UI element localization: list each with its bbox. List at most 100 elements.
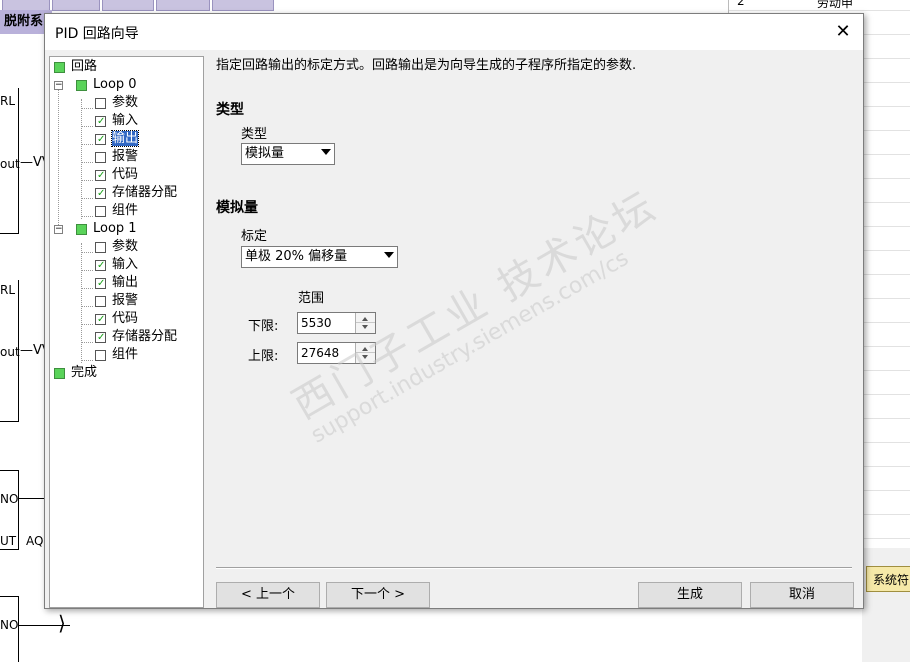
ladder-box-edge xyxy=(0,596,19,597)
ladder-wire xyxy=(18,498,44,499)
ladder-box-edge xyxy=(0,549,19,550)
tree-item-loop1-memory[interactable]: ✓ 存储器分配 xyxy=(95,328,177,346)
grid-row-number: 2 xyxy=(737,0,745,8)
tree-connector xyxy=(81,180,93,181)
tree-item-loop1-code[interactable]: ✓ 代码 xyxy=(95,310,138,328)
tree-item-label: 输入 xyxy=(112,113,139,128)
high-limit-spinbox[interactable]: 27648 xyxy=(297,342,376,364)
tree-item-label: 完成 xyxy=(71,365,98,380)
prev-button[interactable]: < 上一个 xyxy=(216,582,320,608)
unchecked-box-icon xyxy=(95,350,106,361)
tree-connector xyxy=(81,243,82,363)
tree-item-loop0-memory[interactable]: ✓ 存储器分配 xyxy=(95,184,177,202)
dialog-titlebar[interactable]: PID 回路向导 ✕ xyxy=(45,14,863,50)
tree-connector xyxy=(81,324,93,325)
ladder-label: NO xyxy=(0,492,19,506)
tree-item-label: Loop 0 xyxy=(93,77,137,92)
tree-connector xyxy=(81,342,93,343)
tree-item-loop0-code[interactable]: ✓ 代码 xyxy=(95,166,138,184)
low-limit-value: 5530 xyxy=(301,316,332,330)
tree-connector xyxy=(81,216,93,217)
tree-item-loop1-output[interactable]: ✓ 输出 xyxy=(95,274,138,292)
ladder-box-edge xyxy=(0,233,19,234)
tree-item-loop0-output[interactable]: ✓ 输出 xyxy=(95,130,140,148)
node-status-icon xyxy=(76,224,87,235)
tree-item-loop0-alarm[interactable]: 报警 xyxy=(95,148,138,166)
tree-connector xyxy=(81,288,93,289)
spin-buttons[interactable] xyxy=(355,343,375,363)
tree-connector xyxy=(81,360,93,361)
tree-item-loop1-params[interactable]: 参数 xyxy=(95,238,138,256)
generate-button[interactable]: 生成 xyxy=(638,582,742,608)
tree-item-label: 报警 xyxy=(112,149,139,164)
spin-down-icon[interactable] xyxy=(362,325,368,329)
cancel-button[interactable]: 取消 xyxy=(750,582,854,608)
low-limit-label: 下限: xyxy=(248,319,279,334)
system-symbol-tab[interactable]: 系统符 xyxy=(866,566,910,592)
ladder-box-edge xyxy=(18,470,19,550)
tree-item-finish[interactable]: 完成 xyxy=(54,364,97,382)
spin-up-icon[interactable] xyxy=(362,347,368,351)
tree-item-label-selected: 输出 xyxy=(110,130,140,147)
type-select[interactable]: 模拟量 xyxy=(241,143,335,165)
background-tab[interactable] xyxy=(102,0,154,11)
tree-connector xyxy=(81,162,93,163)
spin-divider xyxy=(356,352,375,353)
ladder-box-edge xyxy=(0,421,19,422)
checked-box-icon: ✓ xyxy=(95,260,106,271)
tree-item-label: 组件 xyxy=(112,203,139,218)
spin-up-icon[interactable] xyxy=(362,317,368,321)
tree-item-loop-1[interactable]: − Loop 1 xyxy=(54,220,137,238)
tree-connector xyxy=(81,144,93,145)
spin-down-icon[interactable] xyxy=(362,355,368,359)
low-limit-spinbox[interactable]: 5530 xyxy=(297,312,376,334)
unchecked-box-icon xyxy=(95,242,106,253)
tree-item-loop-0[interactable]: − Loop 0 xyxy=(54,76,137,94)
tree-item-label: 存储器分配 xyxy=(112,329,178,344)
tree-item-loop0-input[interactable]: ✓ 输入 xyxy=(95,112,138,130)
high-limit-value: 27648 xyxy=(301,346,340,360)
tree-item-loop0-components[interactable]: 组件 xyxy=(95,202,138,220)
checked-box-icon: ✓ xyxy=(95,116,106,127)
high-limit-label: 上限: xyxy=(248,349,279,364)
node-status-icon xyxy=(76,80,87,91)
checked-box-icon: ✓ xyxy=(95,314,106,325)
checked-box-icon: ✓ xyxy=(95,188,106,199)
close-icon[interactable]: ✕ xyxy=(829,20,857,44)
ladder-label: AQ xyxy=(26,534,44,548)
spin-buttons[interactable] xyxy=(355,313,375,333)
tree-item-label: 代码 xyxy=(112,167,139,182)
scaling-label: 标定 xyxy=(241,229,268,244)
ladder-coil-arrow: ⟩ xyxy=(58,611,66,635)
tree-item-label: 存储器分配 xyxy=(112,185,178,200)
tree-item-loop1-components[interactable]: 组件 xyxy=(95,346,138,364)
node-status-icon xyxy=(54,368,65,379)
background-tab[interactable] xyxy=(212,0,274,11)
tree-connector xyxy=(81,108,93,109)
tree-connector xyxy=(81,99,82,219)
tree-item-label: 参数 xyxy=(112,95,139,110)
ladder-label: UT xyxy=(0,534,17,548)
tree-item-loop1-input[interactable]: ✓ 输入 xyxy=(95,256,138,274)
dropdown-arrow-icon[interactable] xyxy=(384,252,394,258)
range-label: 范围 xyxy=(298,291,325,306)
tree-connector xyxy=(58,87,59,229)
grid-line xyxy=(729,10,910,11)
unchecked-box-icon xyxy=(95,152,106,163)
collapse-icon[interactable]: − xyxy=(54,81,63,90)
collapse-icon[interactable]: − xyxy=(54,225,63,234)
ladder-label: NO xyxy=(0,618,19,632)
background-tab-strip xyxy=(0,0,280,11)
tree-item-loop0-params[interactable]: 参数 xyxy=(95,94,138,112)
background-tab[interactable] xyxy=(52,0,100,11)
next-button[interactable]: 下一个 > xyxy=(326,582,430,608)
unchecked-box-icon xyxy=(95,98,106,109)
tree-item-loop1-alarm[interactable]: 报警 xyxy=(95,292,138,310)
scaling-select[interactable]: 单极 20% 偏移量 xyxy=(241,246,398,268)
background-tab[interactable] xyxy=(156,0,210,11)
tree-item-label: 输出 xyxy=(112,275,139,290)
tree-connector xyxy=(81,306,93,307)
checked-box-icon: ✓ xyxy=(95,332,106,343)
tree-item-root[interactable]: 回路 xyxy=(54,58,97,76)
dropdown-arrow-icon[interactable] xyxy=(321,149,331,155)
